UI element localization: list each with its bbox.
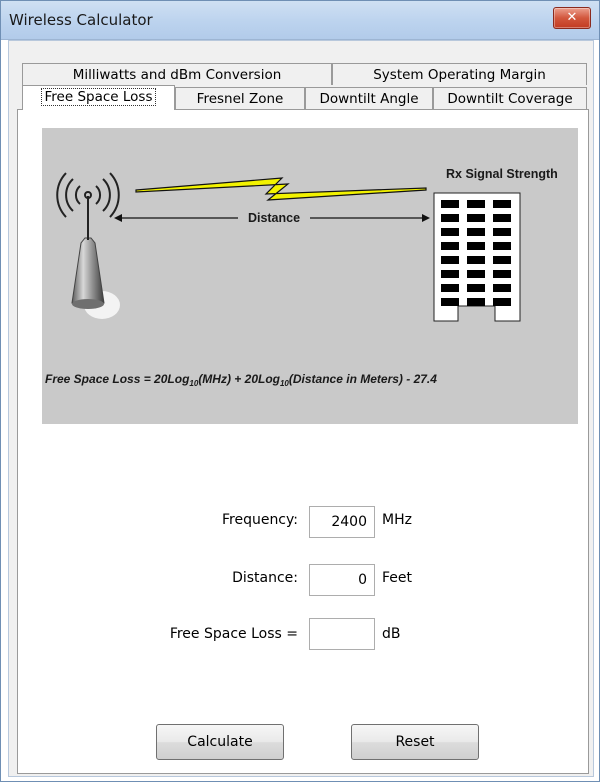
tab-label: System Operating Margin xyxy=(373,67,546,83)
tab-label: Milliwatts and dBm Conversion xyxy=(72,67,282,83)
free-space-loss-result-label: Free Space Loss = xyxy=(169,626,298,642)
arrow-right-icon xyxy=(422,214,430,222)
building-icon xyxy=(433,192,521,322)
diagram-illustration: Rx Signal Strength Distance Free Space L… xyxy=(45,167,558,388)
signal-lightning-icon xyxy=(135,177,427,201)
close-icon: ✕ xyxy=(566,10,578,25)
tab-label: Fresnel Zone xyxy=(196,91,284,107)
rx-signal-label: Rx Signal Strength xyxy=(446,167,558,181)
frequency-input[interactable]: 2400 xyxy=(309,506,375,538)
title-bar[interactable]: Wireless Calculator ✕ xyxy=(1,1,599,40)
distance-unit: Feet xyxy=(382,570,413,586)
window-title: Wireless Calculator xyxy=(9,11,153,29)
free-space-loss-page: Rx Signal Strength Distance Free Space L… xyxy=(17,109,589,774)
tab-fresnel-zone[interactable]: Fresnel Zone xyxy=(175,87,305,109)
wireless-calculator-window: Wireless Calculator ✕ Milliwatts and dBm… xyxy=(0,0,600,782)
antenna-tip xyxy=(84,191,92,199)
arrow-left-icon xyxy=(114,214,122,222)
close-button[interactable]: ✕ xyxy=(553,7,591,29)
free-space-loss-diagram: Rx Signal Strength Distance Free Space L… xyxy=(42,128,578,424)
antenna-tower-icon xyxy=(71,237,105,304)
result-unit: dB xyxy=(382,626,401,642)
client-area: Milliwatts and dBm Conversion System Ope… xyxy=(8,40,594,777)
tab-milliwatts-dbm[interactable]: Milliwatts and dBm Conversion xyxy=(22,63,332,85)
tab-label: Downtilt Angle xyxy=(319,91,419,107)
distance-field-label: Distance: xyxy=(232,570,298,586)
tab-label: Downtilt Coverage xyxy=(447,91,573,107)
tab-downtilt-angle[interactable]: Downtilt Angle xyxy=(305,87,433,109)
tab-label: Free Space Loss xyxy=(40,88,157,106)
tab-free-space-loss[interactable]: Free Space Loss xyxy=(22,85,175,110)
tower-base xyxy=(72,299,104,309)
tab-system-operating-margin[interactable]: System Operating Margin xyxy=(332,63,587,85)
free-space-loss-formula: Free Space Loss = 20Log10(MHz) + 20Log10… xyxy=(45,372,437,388)
frequency-unit: MHz xyxy=(382,512,412,528)
calculate-button[interactable]: Calculate xyxy=(156,724,284,760)
distance-input[interactable]: 0 xyxy=(309,564,375,596)
reset-button[interactable]: Reset xyxy=(351,724,479,760)
tab-downtilt-coverage[interactable]: Downtilt Coverage xyxy=(433,87,587,109)
frequency-label: Frequency: xyxy=(221,512,298,528)
distance-label: Distance xyxy=(248,211,300,225)
free-space-loss-result-field[interactable] xyxy=(309,618,375,650)
